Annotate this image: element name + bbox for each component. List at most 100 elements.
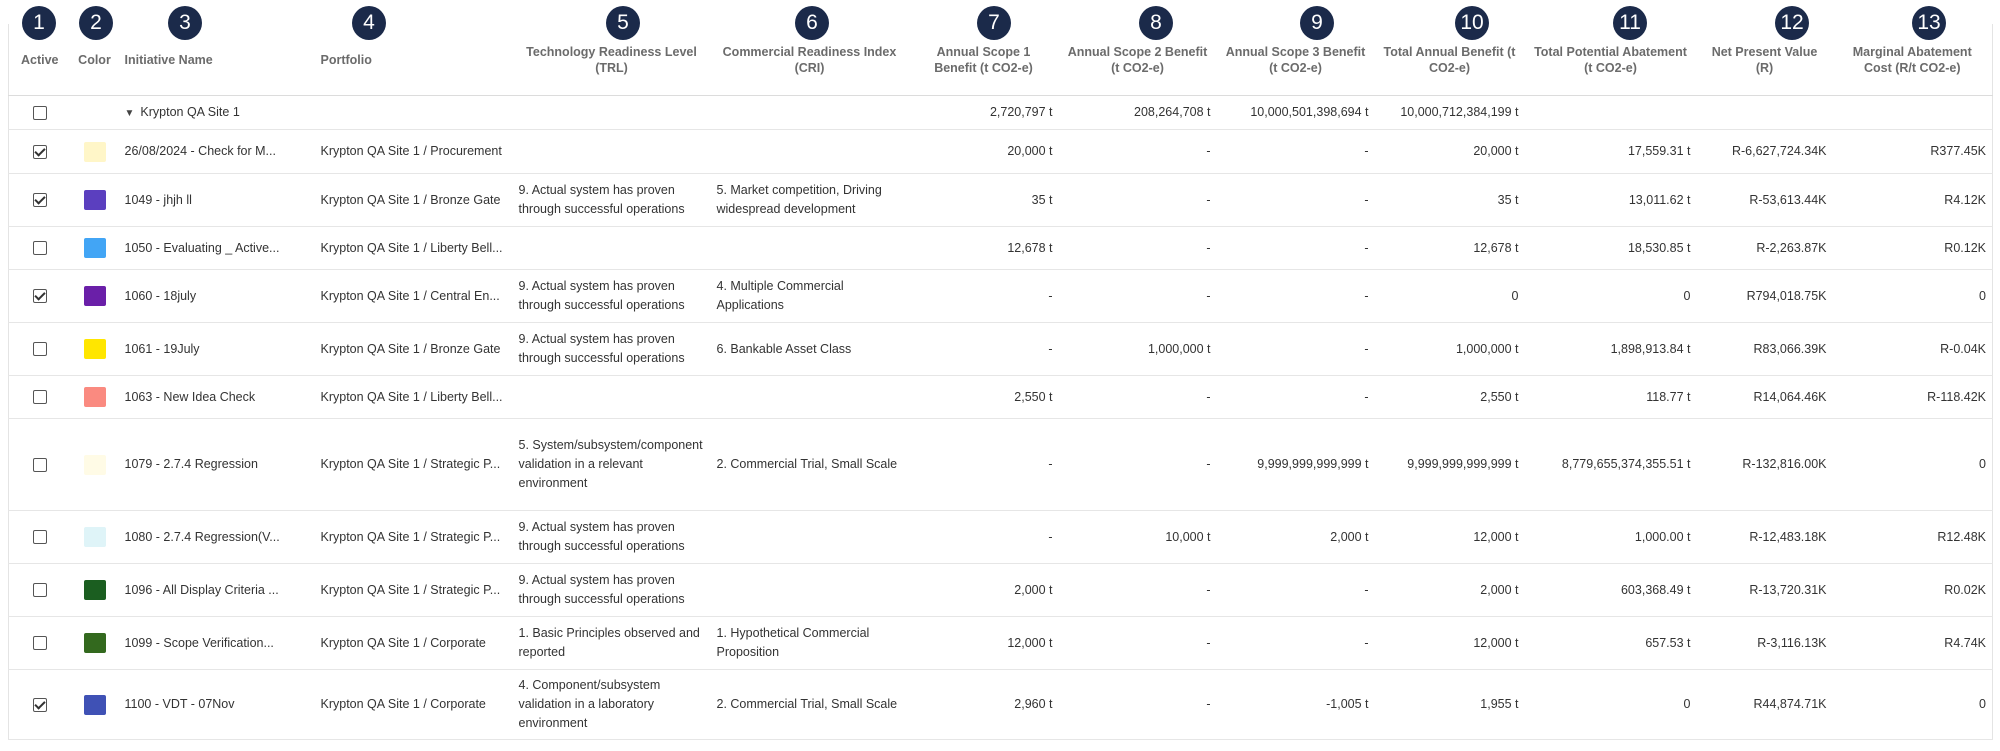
color-swatch[interactable] [83,580,106,600]
initiative-name[interactable]: 1096 - All Display Criteria ... [118,563,315,617]
table-row[interactable]: 1099 - Scope Verification... Krypton QA S… [8,616,1993,670]
color-swatch[interactable] [83,190,106,210]
active-cell [8,322,71,376]
scope3-benefit: 2,000 t [1216,510,1375,564]
header-marginal-abatement-cost[interactable]: Marginal Abatement Cost (R/t CO2-e) [1832,24,1993,96]
scope2-benefit: - [1058,129,1217,174]
total-annual-benefit: 1,000,000 t [1374,322,1525,376]
marginal-abatement-cost: R377.45K [1832,129,1993,174]
active-checkbox[interactable] [32,193,47,208]
scope2-benefit: 1,000,000 t [1058,322,1217,376]
active-checkbox[interactable] [32,390,47,405]
initiative-name[interactable]: 1060 - 18july [118,269,315,323]
table-row[interactable]: 1063 - New Idea Check Krypton QA Site 1 /… [8,375,1993,419]
color-cell [70,322,119,376]
header-scope2[interactable]: Annual Scope 2 Benefit (t CO2-e) [1058,24,1217,96]
table-row[interactable]: 1049 - jhjh ll Krypton QA Site 1 / Bronze… [8,173,1993,227]
table-row[interactable]: 1080 - 2.7.4 Regression(V... Krypton QA S… [8,510,1993,564]
initiative-name[interactable]: 26/08/2024 - Check for M... [118,129,315,174]
scope2-benefit: - [1058,375,1217,419]
group-row[interactable]: ▼ Krypton QA Site 1 2,720,797 t 208,264,7… [8,95,1993,130]
scope1-benefit: 2,000 t [908,563,1059,617]
initiative-name[interactable]: 1050 - Evaluating _ Active... [118,226,315,270]
header-color[interactable]: Color [70,24,119,96]
scope1-benefit: 35 t [908,173,1059,227]
color-swatch[interactable] [83,633,106,653]
active-checkbox[interactable] [32,697,47,712]
header-cri[interactable]: Commercial Readiness Index (CRI) [710,24,909,96]
header-initiative-name[interactable]: Initiative Name [118,24,315,96]
net-present-value: R-132,816.00K [1696,418,1833,511]
color-cell [70,226,119,270]
table-row[interactable]: 26/08/2024 - Check for M... Krypton QA Si… [8,129,1993,174]
trl: 4. Component/subsystem validation in a l… [512,669,711,740]
header-active[interactable]: Active [8,24,71,96]
header-net-present-value[interactable]: Net Present Value (R) [1696,24,1833,96]
color-swatch[interactable] [83,286,106,306]
table-row[interactable]: 1096 - All Display Criteria ... Krypton Q… [8,563,1993,617]
header-total-potential-abatement[interactable]: Total Potential Abatement (t CO2-e) [1524,24,1697,96]
scope3-benefit: - [1216,322,1375,376]
header-total-annual-benefit[interactable]: Total Annual Benefit (t CO2-e) [1374,24,1525,96]
active-checkbox[interactable] [32,241,47,256]
trl [512,129,711,174]
active-checkbox[interactable] [32,583,47,598]
marginal-abatement-cost: 0 [1832,269,1993,323]
color-swatch[interactable] [83,339,106,359]
color-swatch[interactable] [83,527,106,547]
header-scope3[interactable]: Annual Scope 3 Benefit (t CO2-e) [1216,24,1375,96]
scope1-benefit: 12,000 t [908,616,1059,670]
total-annual-benefit: 12,000 t [1374,616,1525,670]
net-present-value: R-2,263.87K [1696,226,1833,270]
initiative-name[interactable]: 1099 - Scope Verification... [118,616,315,670]
active-checkbox[interactable] [32,144,47,159]
marginal-abatement-cost: R4.12K [1832,173,1993,227]
total-annual-benefit: 2,550 t [1374,375,1525,419]
table-row[interactable]: 1079 - 2.7.4 Regression Krypton QA Site 1… [8,418,1993,511]
caret-down-icon[interactable]: ▼ [125,104,135,123]
color-cell [70,669,119,740]
scope2-benefit: - [1058,269,1217,323]
net-present-value: R-13,720.31K [1696,563,1833,617]
scope3-benefit: - [1216,226,1375,270]
active-checkbox[interactable] [32,289,47,304]
active-checkbox[interactable] [32,457,47,472]
header-scope1[interactable]: Annual Scope 1 Benefit (t CO2-e) [908,24,1059,96]
trl: 5. System/subsystem/component validation… [512,418,711,511]
marginal-abatement-cost: 0 [1832,418,1993,511]
scope3-benefit: - [1216,269,1375,323]
group-active-cell [8,95,71,130]
color-swatch[interactable] [83,454,106,475]
total-potential-abatement: 118.77 t [1524,375,1697,419]
initiative-name[interactable]: 1049 - jhjh ll [118,173,315,227]
table-row[interactable]: 1060 - 18july Krypton QA Site 1 / Central… [8,269,1993,323]
table-row[interactable]: 1100 - VDT - 07Nov Krypton QA Site 1 / Co… [8,669,1993,740]
group-scope3: 10,000,501,398,694 t [1216,95,1375,130]
header-trl[interactable]: Technology Readiness Level (TRL) [512,24,711,96]
marginal-abatement-cost: R12.48K [1832,510,1993,564]
total-potential-abatement: 1,000.00 t [1524,510,1697,564]
portfolio: Krypton QA Site 1 / Bronze Gate [314,173,513,227]
portfolio: Krypton QA Site 1 / Strategic P... [314,510,513,564]
initiative-name[interactable]: 1063 - New Idea Check [118,375,315,419]
total-annual-benefit: 12,000 t [1374,510,1525,564]
table-row[interactable]: 1050 - Evaluating _ Active... Krypton QA … [8,226,1993,270]
color-swatch[interactable] [83,694,106,715]
color-swatch[interactable] [83,141,106,162]
table-row[interactable]: 1061 - 19July Krypton QA Site 1 / Bronze … [8,322,1993,376]
active-checkbox[interactable] [32,530,47,545]
portfolio: Krypton QA Site 1 / Central En... [314,269,513,323]
total-annual-benefit: 35 t [1374,173,1525,227]
portfolio: Krypton QA Site 1 / Liberty Bell... [314,375,513,419]
color-swatch[interactable] [83,387,106,407]
group-active-checkbox[interactable] [32,105,47,120]
color-swatch[interactable] [83,238,106,258]
initiative-name[interactable]: 1079 - 2.7.4 Regression [118,418,315,511]
initiative-name[interactable]: 1080 - 2.7.4 Regression(V... [118,510,315,564]
cri: 2. Commercial Trial, Small Scale [710,418,909,511]
header-portfolio[interactable]: Portfolio [314,24,513,96]
active-checkbox[interactable] [32,342,47,357]
active-checkbox[interactable] [32,636,47,651]
initiative-name[interactable]: 1061 - 19July [118,322,315,376]
initiative-name[interactable]: 1100 - VDT - 07Nov [118,669,315,740]
